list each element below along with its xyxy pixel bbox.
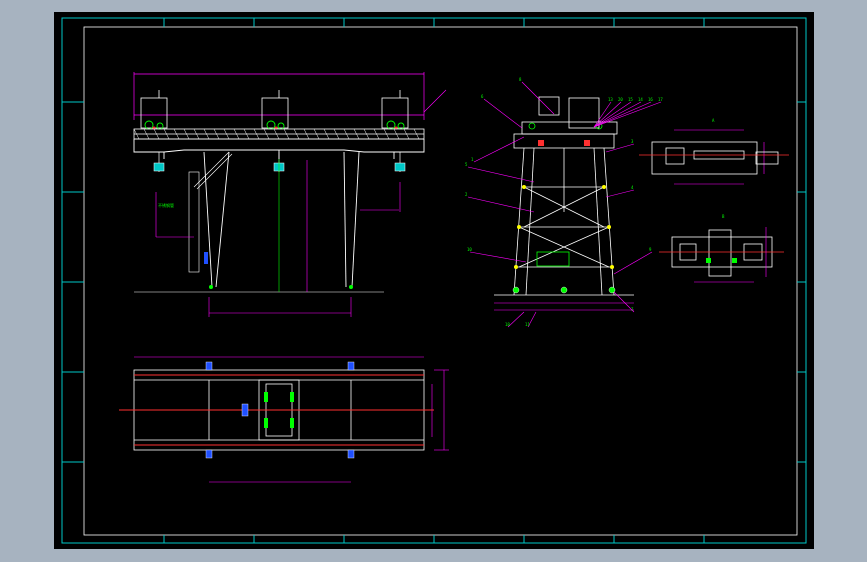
tower-balloon-label: 1 [471,157,474,162]
detail-a-view: A [639,118,789,185]
tower-balloon-label: 15 [628,97,633,102]
front-elevation-view: 不锈钢管 [133,72,447,317]
side-elevation-view: 816521018 1113 20 15 14 16 173497 [465,77,663,328]
tower-balloon-label: 9 [649,247,652,252]
tower-balloon-label: 11 [525,322,530,327]
tower-balloon-label: 20 [618,97,623,102]
tower-balloon-label: 17 [658,97,663,102]
tower-balloon-label: 3 [631,139,634,144]
cad-drawing-canvas: 不锈钢管 816521018 1113 20 15 14 16 173497 A… [61,17,807,544]
tower-balloon-label: 4 [631,185,634,190]
tower-balloon-label: 5 [465,162,468,167]
plan-view [119,356,449,483]
side-chinese-note: 不锈钢管 [158,202,174,208]
cad-viewport[interactable]: 不锈钢管 8 1 6 5 2 10 18 11 13 20 15 14 16 1… [54,12,814,549]
tower-balloon-label: 10 [467,247,472,252]
tower-balloon-label: 18 [505,322,510,327]
detail-b-label: B [722,214,725,219]
tower-balloon-label: 2 [465,192,468,197]
tower-balloon-label: 13 [608,97,613,102]
tower-balloon-label: 16 [648,97,653,102]
detail-b-view: B [659,214,784,283]
tower-balloon-label: 8 [519,77,522,82]
detail-a-label: A [712,118,715,123]
tower-balloon-label: 14 [638,97,643,102]
tower-balloon-label: 6 [481,94,484,99]
drawing-frame [61,17,807,544]
